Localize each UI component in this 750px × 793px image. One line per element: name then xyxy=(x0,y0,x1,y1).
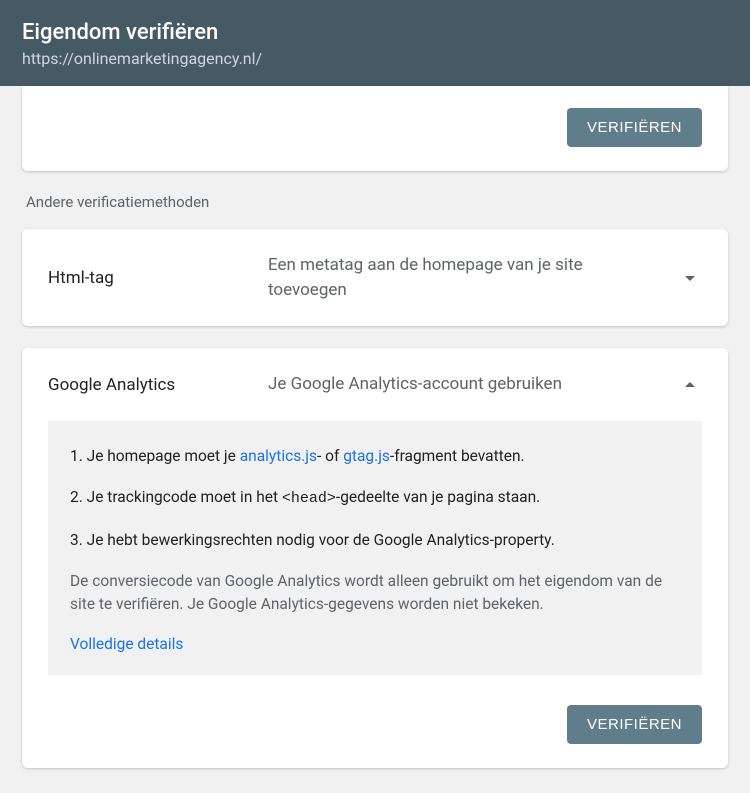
google-analytics-header[interactable]: Google Analytics Je Google Analytics-acc… xyxy=(22,348,728,421)
html-tag-method-card: Html-tag Een metatag aan de homepage van… xyxy=(22,229,728,326)
google-analytics-description: Je Google Analytics-account gebruiken xyxy=(268,372,678,397)
google-analytics-footer: VERIFIËREN xyxy=(22,683,728,768)
google-analytics-name: Google Analytics xyxy=(48,375,268,395)
chevron-down-icon xyxy=(678,266,702,290)
dialog-subtitle: https://onlinemarketingagency.nl/ xyxy=(22,49,728,68)
gtag-js-link[interactable]: gtag.js xyxy=(343,447,390,465)
chevron-up-icon xyxy=(678,373,702,397)
html-tag-header[interactable]: Html-tag Een metatag aan de homepage van… xyxy=(22,229,728,326)
google-analytics-method-card: Google Analytics Je Google Analytics-acc… xyxy=(22,348,728,768)
html-tag-description: Een metatag aan de homepage van je site … xyxy=(268,253,678,302)
verify-button[interactable]: VERIFIËREN xyxy=(567,705,702,744)
ga-step-1: Je homepage moet je analytics.js- of gta… xyxy=(70,445,680,468)
dialog-title: Eigendom verifiëren xyxy=(22,20,728,45)
ga-step-3: Je hebt bewerkingsrechten nodig voor de … xyxy=(70,529,680,552)
full-details-link[interactable]: Volledige details xyxy=(70,635,183,653)
previous-method-card: VERIFIËREN xyxy=(22,86,728,171)
ga-step-2: Je trackingcode moet in het <head>-gedee… xyxy=(70,486,680,511)
google-analytics-body: Je homepage moet je analytics.js- of gta… xyxy=(22,421,728,684)
analytics-js-link[interactable]: analytics.js xyxy=(240,447,317,465)
verify-button[interactable]: VERIFIËREN xyxy=(567,108,702,147)
google-analytics-info-box: Je homepage moet je analytics.js- of gta… xyxy=(48,421,702,676)
dialog-header: Eigendom verifiëren https://onlinemarket… xyxy=(0,0,750,86)
other-methods-label: Andere verificatiemethoden xyxy=(26,193,728,211)
html-tag-name: Html-tag xyxy=(48,268,268,288)
head-code: <head> xyxy=(282,490,336,507)
ga-note: De conversiecode van Google Analytics wo… xyxy=(70,570,680,617)
